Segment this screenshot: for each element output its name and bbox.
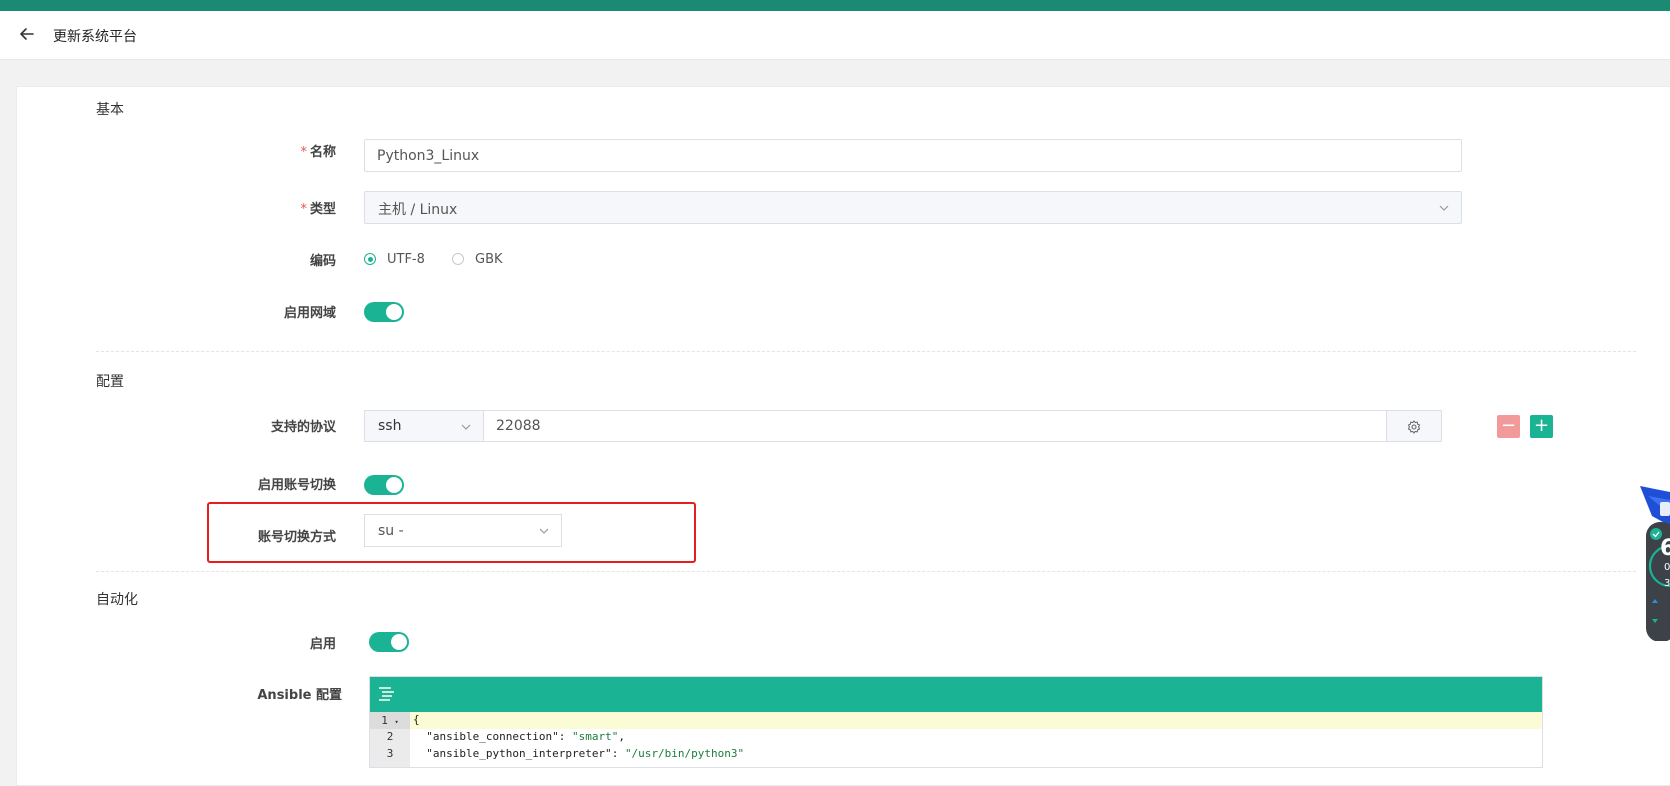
- ansible-config-editor[interactable]: 1 ▾ { 2 "ansible_connection": "smart", 3…: [369, 676, 1543, 768]
- monitor-widget-number: 6: [1660, 536, 1670, 561]
- fold-arrow-icon[interactable]: ▾: [395, 718, 399, 726]
- required-mark: *: [300, 202, 307, 217]
- json-string-value: "smart": [571, 730, 619, 743]
- protocols-label: 支持的协议: [270, 420, 336, 435]
- protocol-row: ssh: [364, 410, 1462, 442]
- code-text: "ansible_python_interpreter": "/usr/bin/…: [413, 747, 744, 760]
- editor-toolbar: [370, 677, 1542, 712]
- line-number-text: 1: [381, 714, 388, 727]
- section-title-automation: 自动化: [96, 592, 138, 608]
- name-label-text: 名称: [309, 145, 336, 160]
- type-select-value: 主机 / Linux: [378, 202, 458, 218]
- chevron-down-icon: [539, 528, 549, 534]
- type-label: * 类型: [136, 198, 336, 217]
- charset-option-gbk-label: GBK: [475, 252, 503, 267]
- code-text: {: [413, 713, 420, 726]
- json-separator: :: [558, 730, 572, 743]
- page-title: 更新系统平台: [53, 29, 137, 45]
- su-method-label: 账号切换方式: [257, 530, 336, 545]
- monitor-widget-graphic: [1640, 486, 1670, 641]
- format-align-icon[interactable]: [378, 686, 396, 702]
- protocol-settings-button[interactable]: [1387, 410, 1442, 442]
- top-accent-bar: [0, 0, 1670, 11]
- protocol-port-input[interactable]: [483, 410, 1387, 442]
- domain-enabled-switch[interactable]: [364, 302, 404, 322]
- json-key: "ansible_python_interpreter": [426, 747, 612, 760]
- chevron-down-icon: [1439, 205, 1449, 211]
- code-line: 2 "ansible_connection": "smart",: [370, 729, 1542, 746]
- json-key: "ansible_connection": [426, 730, 559, 743]
- line-number: 3: [386, 747, 394, 760]
- code-line: 1 ▾ {: [370, 712, 1542, 729]
- chevron-down-icon: [461, 424, 471, 430]
- monitor-widget-up-value: 0: [1664, 562, 1670, 573]
- add-protocol-button[interactable]: +: [1530, 415, 1553, 438]
- protocol-select-value: ssh: [378, 418, 402, 434]
- su-enabled-switch[interactable]: [364, 475, 404, 495]
- code-area[interactable]: 1 ▾ { 2 "ansible_connection": "smart", 3…: [370, 712, 1542, 767]
- monitor-widget-down-value: 3: [1664, 578, 1670, 589]
- floating-monitor-widget[interactable]: 6 0 3: [1622, 486, 1670, 641]
- su-method-select[interactable]: su -: [364, 514, 562, 547]
- required-mark: *: [300, 145, 307, 160]
- su-enabled-label: 启用账号切换: [257, 478, 336, 493]
- domain-enabled-label: 启用网域: [283, 306, 336, 321]
- remove-protocol-button[interactable]: −: [1497, 415, 1520, 438]
- section-divider: [96, 351, 1636, 352]
- arrow-left-icon[interactable]: [18, 25, 36, 43]
- json-comma: ,: [618, 730, 625, 743]
- code-line: 3 "ansible_python_interpreter": "/usr/bi…: [370, 746, 1542, 763]
- json-string-value: "/usr/bin/python3": [624, 747, 745, 760]
- automation-enabled-label: 启用: [309, 637, 336, 652]
- type-label-text: 类型: [309, 202, 336, 217]
- section-divider: [96, 571, 1636, 572]
- section-title-config: 配置: [96, 374, 124, 390]
- automation-enabled-switch[interactable]: [369, 632, 409, 652]
- line-number: 1 ▾: [370, 712, 410, 729]
- page-header: 更新系统平台: [0, 11, 1670, 60]
- charset-label: 编码: [309, 254, 336, 269]
- ansible-config-label: Ansible 配置: [257, 688, 342, 703]
- name-input[interactable]: [364, 139, 1462, 172]
- su-method-select-value: su -: [378, 523, 404, 539]
- charset-option-utf8-label: UTF-8: [387, 252, 425, 267]
- code-text: "ansible_connection": "smart",: [413, 730, 625, 743]
- json-separator: :: [611, 747, 625, 760]
- type-select[interactable]: 主机 / Linux: [364, 191, 1462, 224]
- radio-unchecked-icon: [452, 253, 464, 265]
- gear-icon: [1407, 420, 1421, 434]
- radio-checked-icon: [364, 253, 376, 265]
- line-number: 2: [386, 730, 394, 743]
- section-title-basic: 基本: [96, 102, 124, 118]
- name-label: * 名称: [136, 141, 336, 160]
- protocol-select[interactable]: ssh: [364, 410, 483, 442]
